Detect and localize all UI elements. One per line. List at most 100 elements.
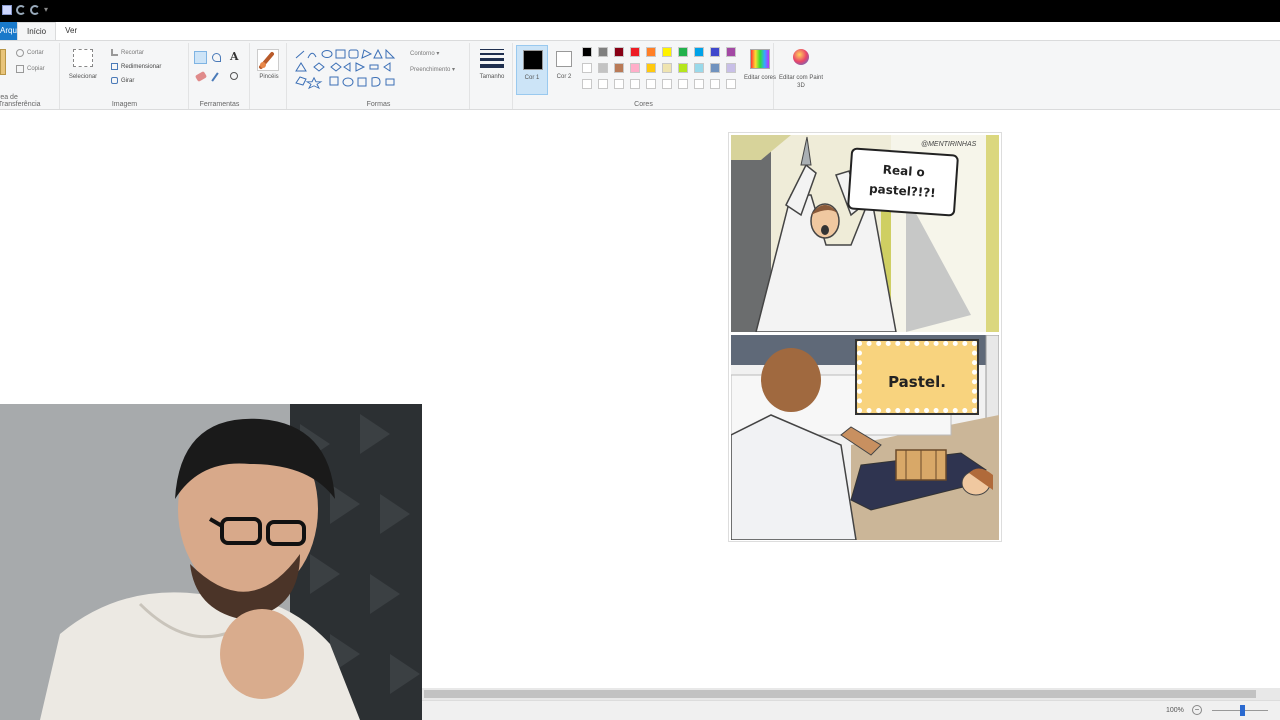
zoom-slider-thumb[interactable] — [1240, 705, 1246, 716]
rotate-icon[interactable] — [111, 77, 118, 84]
palette-color-swatch[interactable] — [630, 63, 640, 73]
rotate-button[interactable]: Girar — [121, 78, 134, 84]
fill-label: Preenchimento — [410, 67, 451, 73]
palette-color-swatch[interactable] — [726, 63, 736, 73]
caption-box-bottom: Pastel. — [855, 339, 979, 415]
copy-button[interactable]: Copiar — [27, 66, 45, 72]
palette-color-swatch[interactable] — [726, 47, 736, 57]
comic-image: Real o pastel?!?! @MENTIRINHAS Pastel. — [728, 132, 1002, 542]
palette-color-swatch[interactable] — [662, 47, 672, 57]
title-bar: ▾ — [0, 0, 1280, 22]
eraser-icon[interactable] — [194, 70, 208, 83]
palette-color-swatch[interactable] — [710, 47, 720, 57]
palette-color-swatch[interactable] — [678, 63, 688, 73]
palette-color-swatch[interactable] — [694, 47, 704, 57]
color2-selector[interactable]: Cor 2 — [552, 45, 576, 95]
status-bar: 100% − — [422, 700, 1280, 720]
tools-group-label: Ferramentas — [199, 101, 240, 108]
speech-bubble-top: Real o pastel?!?! — [846, 147, 960, 217]
shapes-gallery-icon[interactable] — [294, 49, 402, 91]
cut-icon[interactable] — [16, 49, 24, 57]
image-group-label: Imagem — [111, 101, 138, 108]
palette-color-swatch[interactable] — [710, 63, 720, 73]
resize-icon[interactable] — [111, 63, 118, 70]
comic-panel-top: Real o pastel?!?! @MENTIRINHAS — [731, 135, 999, 332]
colors-group-label: Cores — [634, 101, 653, 108]
color1-label: Cor 1 — [524, 75, 540, 81]
zoom-out-button[interactable]: − — [1192, 705, 1202, 715]
tab-file-label: Arquivo — [0, 26, 17, 35]
magnifier-icon[interactable] — [230, 72, 238, 80]
palette-color-swatch[interactable] — [662, 63, 672, 73]
select-button[interactable]: Selecionar — [63, 74, 103, 80]
paint3d-icon[interactable] — [793, 49, 809, 65]
fill-bucket-icon[interactable] — [212, 53, 221, 62]
ribbon-tabs: Arquivo Início Ver — [0, 22, 1280, 40]
shapes-group-label: Formas — [366, 101, 391, 108]
zoom-level-text: 100% — [1166, 707, 1184, 714]
custom-color-slot[interactable] — [710, 79, 720, 89]
image-group: Selecionar Recortar Redimensionar Girar … — [61, 43, 189, 109]
size-group: Tamanho — [471, 43, 513, 109]
custom-color-slot[interactable] — [630, 79, 640, 89]
paint3d-button[interactable]: Editar com Paint 3D — [775, 74, 827, 90]
edit-colors-button[interactable]: Editar cores — [740, 74, 780, 82]
redo-icon[interactable] — [30, 5, 40, 15]
comic-watermark: @MENTIRINHAS — [921, 141, 977, 148]
colors-group: Cor 1 Cor 2 Cores Editar cores — [514, 43, 776, 109]
custom-color-slot[interactable] — [582, 79, 592, 89]
size-lines-icon[interactable] — [480, 49, 504, 69]
crop-icon[interactable] — [111, 49, 118, 56]
palette-color-swatch[interactable] — [614, 47, 624, 57]
palette-color-swatch[interactable] — [598, 63, 608, 73]
paste-icon[interactable] — [0, 49, 6, 75]
clipboard-group: Cortar Copiar rea de Transferência — [0, 43, 60, 109]
palette-color-swatch[interactable] — [582, 47, 592, 57]
palette-color-swatch[interactable] — [646, 47, 656, 57]
palette-color-swatch[interactable] — [598, 47, 608, 57]
custom-color-slot[interactable] — [662, 79, 672, 89]
custom-color-slot[interactable] — [614, 79, 624, 89]
custom-color-slot[interactable] — [678, 79, 688, 89]
palette-color-swatch[interactable] — [630, 47, 640, 57]
tab-view[interactable]: Ver — [56, 22, 86, 40]
webcam-overlay — [0, 404, 422, 720]
copy-icon[interactable] — [16, 65, 24, 73]
palette-color-swatch[interactable] — [582, 63, 592, 73]
outline-button[interactable]: Contorno ▾ — [410, 50, 439, 57]
comic-panel-bottom: Pastel. — [731, 335, 999, 540]
brush-icon[interactable] — [257, 49, 279, 71]
custom-color-slot[interactable] — [646, 79, 656, 89]
outline-label: Contorno — [410, 51, 435, 57]
pencil-icon[interactable] — [194, 51, 207, 64]
custom-color-slot[interactable] — [598, 79, 608, 89]
undo-icon[interactable] — [16, 5, 26, 15]
custom-color-slot[interactable] — [694, 79, 704, 89]
cut-button[interactable]: Cortar — [27, 50, 44, 56]
resize-button[interactable]: Redimensionar — [121, 64, 161, 70]
size-button[interactable]: Tamanho — [471, 74, 513, 80]
tab-home[interactable]: Início — [17, 22, 57, 40]
tools-group: A Ferramentas — [190, 43, 250, 109]
clipboard-group-label: rea de Transferência — [0, 94, 41, 108]
edit-colors-icon[interactable] — [750, 49, 770, 69]
palette-color-swatch[interactable] — [646, 63, 656, 73]
color2-swatch — [556, 51, 572, 67]
horizontal-scrollbar[interactable] — [422, 688, 1280, 700]
brushes-button[interactable]: Pincéis — [251, 74, 287, 80]
custom-color-slot[interactable] — [726, 79, 736, 89]
horizontal-scrollbar-thumb[interactable] — [424, 690, 1256, 698]
tab-file[interactable]: Arquivo — [0, 22, 17, 40]
brushes-group: Pincéis — [251, 43, 287, 109]
crop-button[interactable]: Recortar — [121, 50, 144, 56]
palette-color-swatch[interactable] — [678, 47, 688, 57]
select-icon[interactable] — [73, 49, 93, 67]
text-icon[interactable]: A — [230, 50, 239, 63]
customize-toolbar-icon[interactable]: ▾ — [44, 5, 48, 15]
color-picker-icon[interactable] — [211, 72, 219, 82]
palette-color-swatch[interactable] — [614, 63, 624, 73]
fill-button[interactable]: Preenchimento ▾ — [410, 66, 455, 73]
palette-color-swatch[interactable] — [694, 63, 704, 73]
color1-selector[interactable]: Cor 1 — [516, 45, 548, 95]
save-icon[interactable] — [2, 5, 12, 15]
